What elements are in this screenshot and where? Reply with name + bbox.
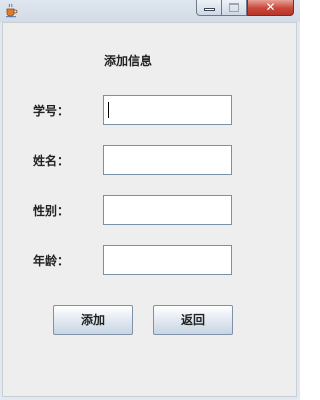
back-button[interactable]: 返回 bbox=[153, 305, 233, 335]
gender-input[interactable] bbox=[103, 195, 232, 225]
close-button[interactable]: ✕ bbox=[247, 0, 294, 16]
app-window: ✕ 添加信息 学号： 姓名： 性别： 年龄： 添加 返回 bbox=[0, 0, 300, 400]
title-bar[interactable]: ✕ bbox=[0, 0, 300, 22]
close-icon: ✕ bbox=[265, 0, 276, 14]
student-id-input[interactable] bbox=[103, 95, 232, 125]
name-label: 姓名： bbox=[33, 154, 70, 168]
maximize-icon bbox=[229, 3, 239, 12]
gender-label: 性别： bbox=[33, 204, 70, 218]
add-button[interactable]: 添加 bbox=[53, 305, 133, 335]
minimize-button[interactable] bbox=[196, 0, 222, 16]
java-cup-icon bbox=[6, 3, 18, 18]
form-title: 添加信息 bbox=[104, 54, 153, 68]
text-caret bbox=[108, 102, 109, 118]
maximize-button[interactable] bbox=[222, 0, 247, 16]
student-id-label: 学号： bbox=[33, 104, 70, 118]
minimize-icon bbox=[204, 8, 215, 11]
name-input[interactable] bbox=[103, 145, 232, 175]
age-label: 年龄： bbox=[33, 254, 70, 268]
age-input[interactable] bbox=[103, 245, 232, 275]
